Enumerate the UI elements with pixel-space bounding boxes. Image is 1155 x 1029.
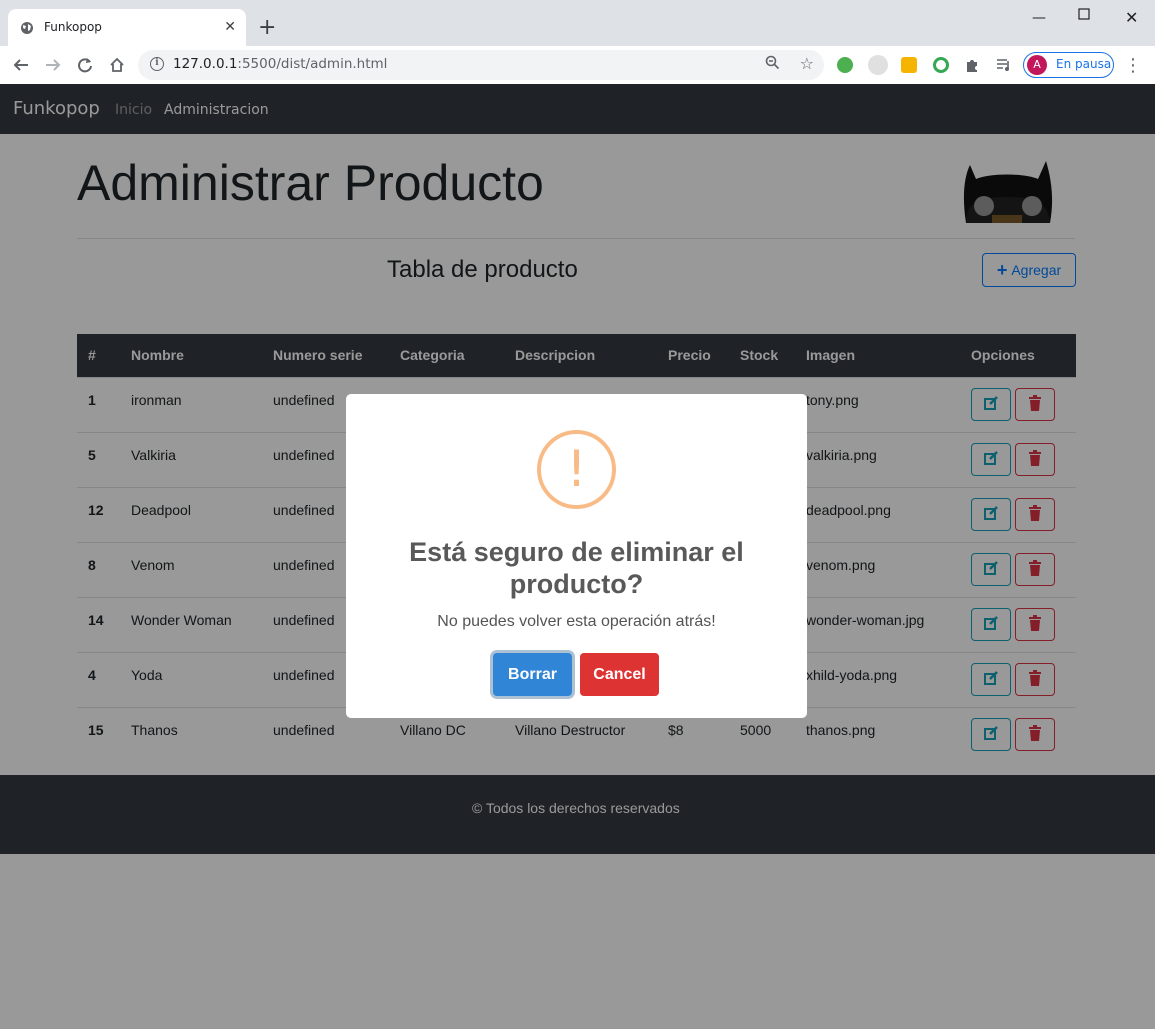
profile-label: En pausa bbox=[1056, 57, 1112, 71]
info-icon[interactable]: i bbox=[150, 57, 164, 71]
globe-icon bbox=[21, 22, 33, 34]
puzzle-icon[interactable] bbox=[964, 57, 980, 73]
extension-circle-icon[interactable] bbox=[933, 57, 949, 73]
zoom-icon[interactable] bbox=[765, 55, 780, 74]
address-bar[interactable]: i 127.0.0.1:5500/dist/admin.html ☆ bbox=[138, 50, 824, 80]
extension-gray-icon[interactable] bbox=[868, 55, 888, 75]
media-icon[interactable] bbox=[996, 57, 1012, 73]
back-arrow-icon[interactable] bbox=[10, 54, 32, 76]
forward-arrow-icon[interactable] bbox=[42, 54, 64, 76]
extension-yellow-icon[interactable] bbox=[901, 57, 917, 73]
new-tab-icon[interactable]: + bbox=[258, 16, 276, 40]
page: Funkopop Inicio Administracion Administr… bbox=[0, 84, 1155, 1029]
browser-tab-strip: Funkopop ✕ + — ✕ bbox=[0, 0, 1155, 46]
close-tab-icon[interactable]: ✕ bbox=[224, 18, 236, 36]
browser-tab[interactable]: Funkopop ✕ bbox=[8, 9, 246, 46]
avatar: A bbox=[1027, 55, 1047, 75]
profile-button[interactable]: A En pausa bbox=[1023, 52, 1114, 78]
browser-toolbar: i 127.0.0.1:5500/dist/admin.html ☆ A En … bbox=[0, 46, 1155, 84]
minimize-icon[interactable]: — bbox=[1032, 10, 1046, 26]
cancel-button[interactable]: Cancel bbox=[580, 653, 659, 696]
dialog-message: No puedes volver esta operación atrás! bbox=[437, 613, 716, 630]
star-icon[interactable]: ☆ bbox=[800, 54, 814, 73]
confirm-delete-button[interactable]: Borrar bbox=[493, 653, 572, 696]
extension-play-icon[interactable] bbox=[837, 57, 853, 73]
tab-title: Funkopop bbox=[44, 20, 102, 34]
menu-dots-icon[interactable]: ⋮ bbox=[1124, 55, 1142, 76]
home-icon[interactable] bbox=[106, 54, 128, 76]
warning-icon: ! bbox=[537, 430, 616, 509]
confirm-dialog: ! Está seguro de eliminar el producto? N… bbox=[346, 394, 807, 718]
address-url[interactable]: 127.0.0.1:5500/dist/admin.html bbox=[173, 56, 387, 72]
maximize-icon[interactable] bbox=[1078, 8, 1090, 24]
reload-icon[interactable] bbox=[74, 54, 96, 76]
close-window-icon[interactable]: ✕ bbox=[1125, 8, 1138, 27]
dialog-title: Está seguro de eliminar el producto? bbox=[409, 537, 744, 599]
